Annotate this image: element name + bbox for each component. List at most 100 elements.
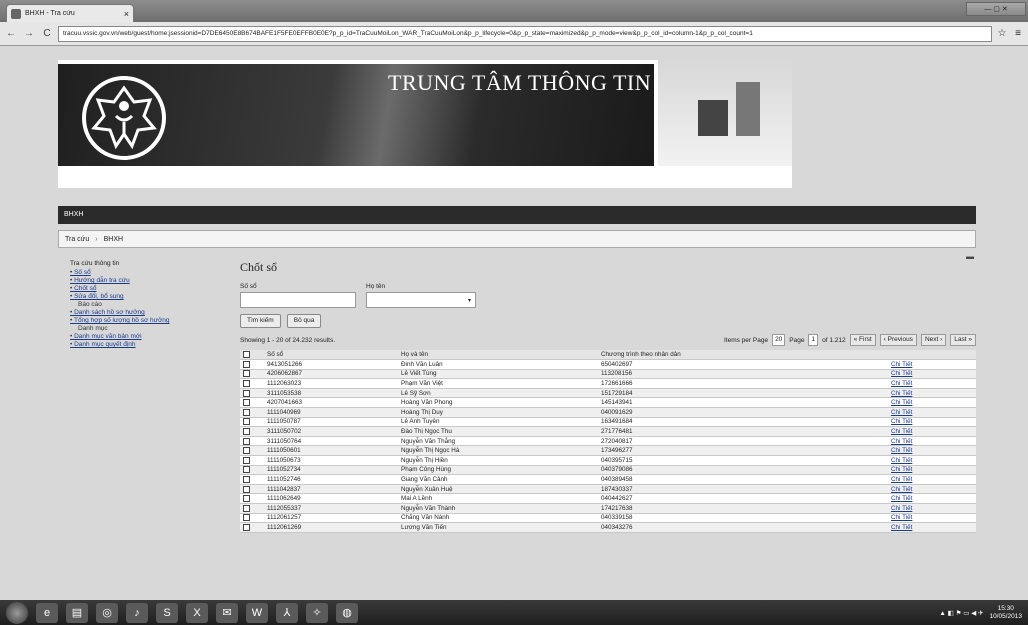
row-select-cell[interactable] <box>240 436 264 447</box>
detail-link[interactable]: Chi Tiết <box>888 397 976 409</box>
ie-icon[interactable]: e <box>36 602 58 623</box>
word-icon[interactable]: W <box>246 602 268 623</box>
checkbox-icon[interactable] <box>243 504 250 512</box>
table-row[interactable]: 3111053538 Lê Sỹ Sơn 151729184 Chi Tiết <box>240 388 976 399</box>
table-row[interactable]: 1111050673 Nguyễn Thị Hiền 040395715 Chi Ti… <box>240 455 976 466</box>
detail-link[interactable]: Chi Tiết <box>888 503 976 514</box>
bookmark-star-icon[interactable]: ☆ <box>996 28 1008 39</box>
mail-icon[interactable]: ✉ <box>216 602 238 623</box>
start-button[interactable] <box>6 601 28 624</box>
checkbox-icon[interactable] <box>243 437 250 445</box>
breadcrumb-item-tra-cuu[interactable]: Tra cứu <box>65 236 89 243</box>
table-row[interactable]: 1111052746 Giang Văn Cảnh 040389458 Chi Tiế… <box>240 474 976 485</box>
last-page-button[interactable]: Last » <box>950 334 976 346</box>
sidebar-link[interactable]: Tổng hợp số lượng hồ sơ hưởng <box>70 317 230 324</box>
detail-link[interactable]: Chi Tiết <box>888 484 976 495</box>
table-row[interactable]: 3111050702 Đào Thị Ngọc Thu 271776481 Chi T… <box>240 426 976 437</box>
checkbox-icon[interactable] <box>243 360 250 368</box>
column-ho-ten[interactable]: Họ và tên <box>398 350 598 361</box>
breadcrumb-item-bhxh[interactable]: BHXH <box>104 236 123 243</box>
table-row[interactable]: 1111050787 Lê Anh Tuyên 163491684 Chi Tiết <box>240 417 976 428</box>
row-select-cell[interactable] <box>240 455 264 466</box>
column-so-so[interactable]: Số sổ <box>264 350 398 361</box>
table-row[interactable]: 1112055337 Nguyễn Văn Thành 174217638 Chi T… <box>240 503 976 514</box>
row-select-cell[interactable] <box>240 426 264 437</box>
table-row[interactable]: 1111040969 Hoàng Thị Duy 040091629 Chi Tiết <box>240 407 976 418</box>
checkbox-icon[interactable] <box>243 495 250 503</box>
detail-link[interactable]: Chi Tiết <box>888 474 976 485</box>
checkbox-icon[interactable] <box>243 514 250 522</box>
row-select-cell[interactable] <box>240 397 264 409</box>
sidebar-link[interactable]: Danh mục văn bản mới <box>70 333 230 340</box>
window-controls[interactable]: — ▢ ✕ <box>966 2 1026 16</box>
sidebar-link[interactable]: Chốt sổ <box>70 285 230 292</box>
sidebar-link[interactable]: Danh sách hồ sơ hưởng <box>70 309 230 316</box>
checkbox-icon[interactable] <box>243 466 250 474</box>
row-select-cell[interactable] <box>240 359 264 370</box>
checkbox-icon[interactable] <box>243 350 250 358</box>
back-icon[interactable]: ← <box>4 28 18 39</box>
checkbox-icon[interactable] <box>243 399 250 407</box>
table-row[interactable]: 1112061269 Lương Văn Tiến 040343276 Chi Tiế… <box>240 522 976 533</box>
row-select-cell[interactable] <box>240 474 264 485</box>
row-select-cell[interactable] <box>240 513 264 524</box>
detail-link[interactable]: Chi Tiết <box>888 426 976 437</box>
detail-link[interactable]: Chi Tiết <box>888 455 976 466</box>
detail-link[interactable]: Chi Tiết <box>888 369 976 380</box>
checkbox-icon[interactable] <box>243 427 250 435</box>
sidebar-link[interactable]: Sửa đổi, bổ sung <box>70 293 230 300</box>
page-select[interactable]: 1 <box>808 334 819 346</box>
table-row[interactable]: 4207041663 Hoàng Văn Phong 145143941 Chi Ti… <box>240 397 976 409</box>
checkbox-icon[interactable] <box>243 456 250 464</box>
table-row[interactable]: 1112063023 Phạm Văn Việt 172661666 Chi Tiết <box>240 378 976 389</box>
close-tab-icon[interactable]: × <box>124 9 129 19</box>
excel-icon[interactable]: X <box>186 602 208 623</box>
detail-link[interactable]: Chi Tiết <box>888 407 976 418</box>
table-row[interactable]: 1111042837 Nguyễn Xuân Huệ 187430337 Chi Ti… <box>240 484 976 495</box>
row-select-cell[interactable] <box>240 503 264 514</box>
detail-link[interactable]: Chi Tiết <box>888 522 976 533</box>
checkbox-icon[interactable] <box>243 418 250 426</box>
skype-icon[interactable]: S <box>156 602 178 623</box>
checkbox-icon[interactable] <box>243 475 250 483</box>
chrome-icon[interactable]: ◎ <box>96 602 118 623</box>
sidebar-link[interactable]: Danh mục quyết định <box>70 341 230 348</box>
browser-tab[interactable]: BHXH - Tra cứu × <box>6 4 134 22</box>
clock[interactable]: 15:30 10/05/2013 <box>989 605 1022 621</box>
so-so-input[interactable] <box>240 292 356 308</box>
row-select-cell[interactable] <box>240 369 264 380</box>
detail-link[interactable]: Chi Tiết <box>888 513 976 524</box>
globe-icon[interactable]: ◍ <box>336 602 358 623</box>
media-icon[interactable]: ♪ <box>126 602 148 623</box>
row-select-cell[interactable] <box>240 484 264 495</box>
detail-link[interactable]: Chi Tiết <box>888 417 976 428</box>
checkbox-icon[interactable] <box>243 408 250 416</box>
row-select-cell[interactable] <box>240 465 264 476</box>
row-select-cell[interactable] <box>240 493 264 504</box>
detail-link[interactable]: Chi Tiết <box>888 378 976 389</box>
table-row[interactable]: 1112061257 Chăng Văn Nành 040339158 Chi Tiế… <box>240 513 976 524</box>
sidebar-link[interactable]: Số sổ <box>70 269 230 276</box>
first-page-button[interactable]: « First <box>849 334 876 346</box>
table-row[interactable]: 4206062867 Lê Viết Tùng 113208156 Chi Tiết <box>240 369 976 380</box>
table-row[interactable]: 9413051266 Đinh Văn Luân 650402697 Chi Tiết <box>240 359 976 370</box>
explorer-icon[interactable]: ▤ <box>66 602 88 623</box>
select-all-header[interactable] <box>240 350 264 361</box>
row-select-cell[interactable] <box>240 445 264 457</box>
reload-icon[interactable]: C <box>40 28 54 39</box>
url-input[interactable]: tracuu.vssic.gov.vn/web/guest/home;jsess… <box>58 25 992 42</box>
checkbox-icon[interactable] <box>243 523 250 531</box>
detail-link[interactable]: Chi Tiết <box>888 359 976 370</box>
checkbox-icon[interactable] <box>243 379 250 387</box>
table-row[interactable]: 1111050601 Nguyễn Thị Ngọc Hà 173496277 Chi… <box>240 445 976 457</box>
items-per-page-select[interactable]: 20 <box>772 334 786 346</box>
row-select-cell[interactable] <box>240 417 264 428</box>
detail-link[interactable]: Chi Tiết <box>888 465 976 476</box>
ho-ten-select[interactable]: ▾ <box>366 292 476 308</box>
sidebar-link[interactable]: Hướng dẫn tra cứu <box>70 277 230 284</box>
clear-button[interactable]: Bỏ qua <box>286 314 322 328</box>
table-row[interactable]: 1111062649 Mai A Lềnh 040442627 Chi Tiết <box>240 493 976 504</box>
forward-icon[interactable]: → <box>22 28 36 39</box>
previous-page-button[interactable]: ‹ Previous <box>879 334 917 346</box>
detail-link[interactable]: Chi Tiết <box>888 436 976 447</box>
